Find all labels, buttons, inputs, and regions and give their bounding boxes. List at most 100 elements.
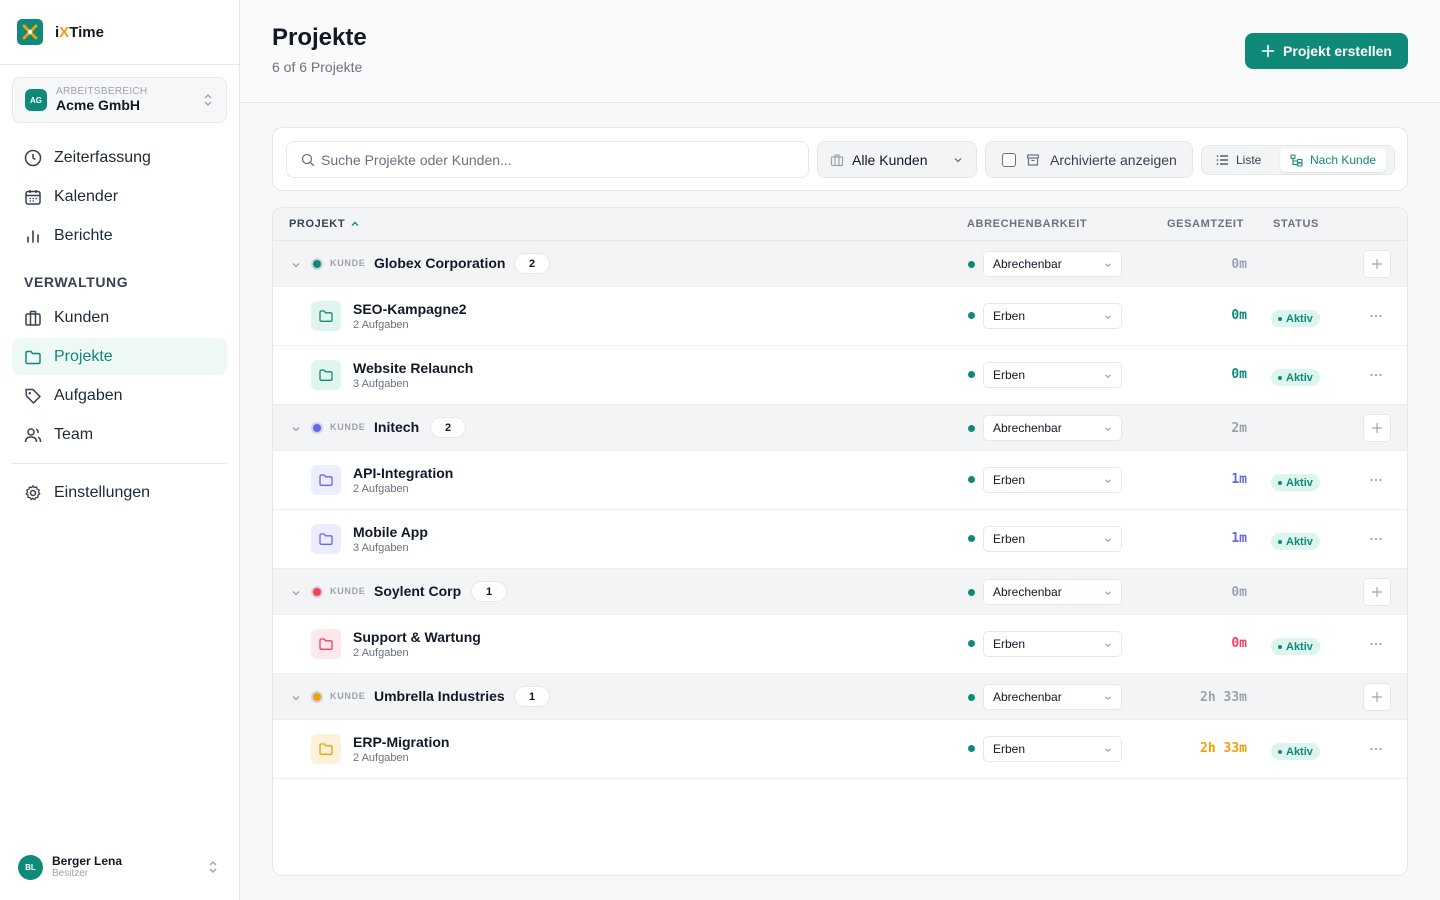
billing-select[interactable]: Erben <box>983 362 1122 388</box>
billing-select[interactable]: Erben <box>983 631 1122 657</box>
status-badge: Aktiv <box>1271 533 1320 550</box>
more-options-icon[interactable] <box>1369 637 1383 651</box>
project-name[interactable]: API-Integration <box>353 465 453 481</box>
chevron-down-icon <box>1105 643 1111 648</box>
total-time: 0m <box>1231 367 1247 382</box>
more-options-icon[interactable] <box>1369 532 1383 546</box>
column-header-total-time[interactable]: GESAMTZEIT <box>1167 218 1244 230</box>
project-name[interactable]: ERP-Migration <box>353 734 449 750</box>
billing-select[interactable]: Erben <box>983 736 1122 762</box>
customer-group-row[interactable]: KUNDE Soylent Corp 1 Abrechenbar 0m <box>273 569 1407 615</box>
billing-select[interactable]: Abrechenbar <box>983 415 1122 441</box>
project-row[interactable]: SEO-Kampagne2 2 Aufgaben Erben 0m Aktiv <box>273 287 1407 346</box>
customer-group-row[interactable]: KUNDE Initech 2 Abrechenbar 2m <box>273 405 1407 451</box>
customer-color-dot <box>311 586 323 598</box>
customer-group-row[interactable]: KUNDE Globex Corporation 2 Abrechenbar 0m <box>273 241 1407 287</box>
more-options-icon[interactable] <box>1369 742 1383 756</box>
user-menu[interactable]: BL Berger Lena Besitzer <box>18 854 223 880</box>
column-header-status[interactable]: STATUS <box>1273 218 1319 230</box>
show-archived-toggle[interactable]: Archivierte anzeigen <box>985 141 1193 178</box>
project-row[interactable]: Mobile App 3 Aufgaben Erben 1m Aktiv <box>273 510 1407 569</box>
nav-label: Kunden <box>54 308 110 326</box>
nav-item-berichte[interactable]: Berichte <box>12 217 227 254</box>
view-by-customer-button[interactable]: Nach Kunde <box>1280 148 1387 172</box>
tag-icon <box>25 388 41 404</box>
project-name[interactable]: SEO-Kampagne2 <box>353 301 467 317</box>
project-row[interactable]: API-Integration 2 Aufgaben Erben 1m Aktiv <box>273 451 1407 510</box>
app-logo-icon <box>17 19 43 45</box>
add-project-button[interactable] <box>1363 414 1391 442</box>
more-options-icon[interactable] <box>1369 473 1383 487</box>
project-row[interactable]: Website Relaunch 3 Aufgaben Erben 0m Aktiv <box>273 346 1407 405</box>
project-name[interactable]: Support & Wartung <box>353 629 481 645</box>
archived-checkbox[interactable] <box>1002 152 1016 167</box>
column-header-project[interactable]: PROJEKT <box>289 218 360 230</box>
customer-color-dot <box>311 691 323 703</box>
customer-name: Globex Corporation <box>374 255 506 271</box>
chevron-down-icon <box>1105 748 1111 753</box>
chevron-down-icon[interactable] <box>290 422 302 440</box>
billing-status-dot <box>968 371 975 378</box>
chevron-up-down-icon <box>209 861 217 873</box>
chevron-down-icon[interactable] <box>290 586 302 604</box>
nav-item-einstellungen[interactable]: Einstellungen <box>12 474 227 511</box>
plus-icon <box>1371 258 1383 270</box>
task-count: 2 Aufgaben <box>353 752 409 764</box>
view-list-button[interactable]: Liste <box>1206 148 1271 172</box>
nav-item-aufgaben[interactable]: Aufgaben <box>12 377 227 414</box>
add-project-button[interactable] <box>1363 578 1391 606</box>
more-options-icon[interactable] <box>1369 309 1383 323</box>
billing-select[interactable]: Abrechenbar <box>983 684 1122 710</box>
project-count-badge: 2 <box>514 253 550 274</box>
chevron-down-icon <box>954 158 962 163</box>
customer-group-row[interactable]: KUNDE Umbrella Industries 1 Abrechenbar 2h 3… <box>273 674 1407 720</box>
total-time: 2h 33m <box>1200 690 1247 705</box>
folder-icon <box>311 734 341 764</box>
bar-chart-icon <box>27 229 39 243</box>
project-row[interactable]: ERP-Migration 2 Aufgaben Erben 2h 33m Aktiv <box>273 720 1407 779</box>
search-box[interactable] <box>286 141 809 178</box>
billing-select[interactable]: Abrechenbar <box>983 251 1122 277</box>
status-dot <box>1278 480 1282 485</box>
billing-select[interactable]: Erben <box>983 526 1122 552</box>
create-project-button[interactable]: Projekt erstellen <box>1245 33 1408 69</box>
add-project-button[interactable] <box>1363 250 1391 278</box>
nav-item-kunden[interactable]: Kunden <box>12 299 227 336</box>
app-name: iXTime <box>55 23 104 41</box>
task-count: 2 Aufgaben <box>353 319 409 331</box>
project-row[interactable]: Support & Wartung 2 Aufgaben Erben 0m Aktiv <box>273 615 1407 674</box>
workspace-switcher[interactable]: AG ARBEITSBEREICH Acme GmbH <box>12 77 227 123</box>
chevron-down-icon <box>1105 696 1111 701</box>
nav-item-projekte[interactable]: Projekte <box>12 338 227 375</box>
projects-table: PROJEKT ABRECHENBARKEIT GESAMTZEIT STATU… <box>272 207 1408 876</box>
brand[interactable]: iXTime <box>0 0 239 65</box>
chevron-down-icon[interactable] <box>290 691 302 709</box>
main-content: Projekte 6 of 6 Projekte Projekt erstell… <box>240 0 1440 900</box>
chevron-down-icon[interactable] <box>290 258 302 276</box>
project-count-badge: 1 <box>471 581 507 602</box>
folder-icon <box>311 301 341 331</box>
billing-select[interactable]: Erben <box>983 467 1122 493</box>
nav-item-kalender[interactable]: Kalender <box>12 178 227 215</box>
folder-icon <box>311 465 341 495</box>
column-header-billing[interactable]: ABRECHENBARKEIT <box>967 218 1087 230</box>
more-options-icon[interactable] <box>1369 368 1383 382</box>
users-icon <box>24 427 42 442</box>
status-dot <box>1278 316 1282 321</box>
billing-status-dot <box>968 261 975 268</box>
table-header: PROJEKT ABRECHENBARKEIT GESAMTZEIT STATU… <box>273 208 1407 241</box>
status-dot <box>1278 375 1282 380</box>
total-time: 1m <box>1231 472 1247 487</box>
nav-item-zeiterfassung[interactable]: Zeiterfassung <box>12 139 227 176</box>
add-project-button[interactable] <box>1363 683 1391 711</box>
billing-select[interactable]: Abrechenbar <box>983 579 1122 605</box>
project-name[interactable]: Mobile App <box>353 524 428 540</box>
billing-status-dot <box>968 640 975 647</box>
archive-icon <box>1026 153 1040 166</box>
project-name[interactable]: Website Relaunch <box>353 360 473 376</box>
search-input[interactable] <box>321 151 791 168</box>
nav-item-team[interactable]: Team <box>12 416 227 453</box>
customer-filter-select[interactable]: Alle Kunden <box>817 141 977 178</box>
billing-select[interactable]: Erben <box>983 303 1122 329</box>
nav-label: Team <box>54 425 94 443</box>
